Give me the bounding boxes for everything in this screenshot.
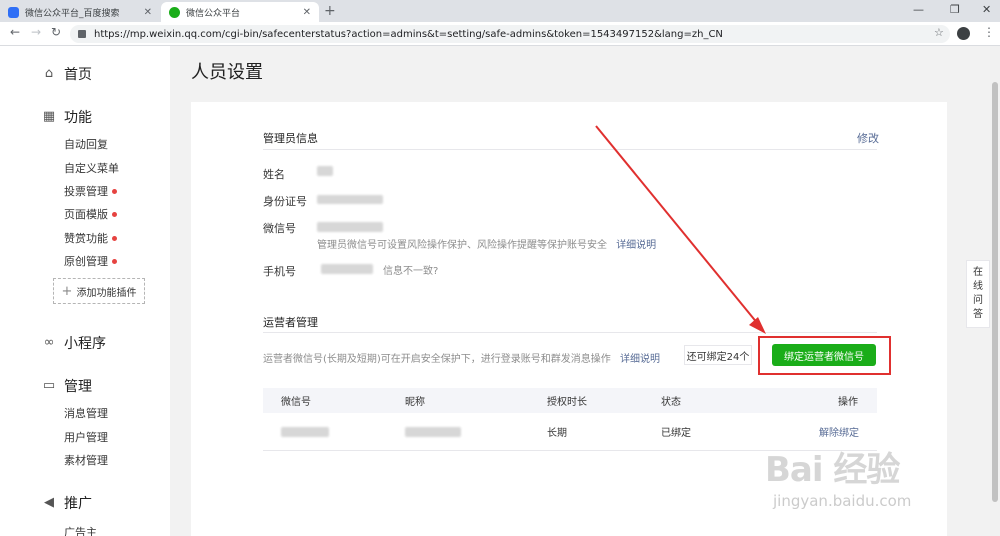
- arrow-line: [595, 125, 759, 325]
- watermark-sub: jingyan.baidu.com: [773, 492, 912, 510]
- arrow-head: [749, 317, 766, 334]
- baidu-jingyan-watermark: Bai 经验 jingyan.baidu.com: [765, 442, 975, 522]
- watermark-main: Bai 经验: [765, 450, 900, 490]
